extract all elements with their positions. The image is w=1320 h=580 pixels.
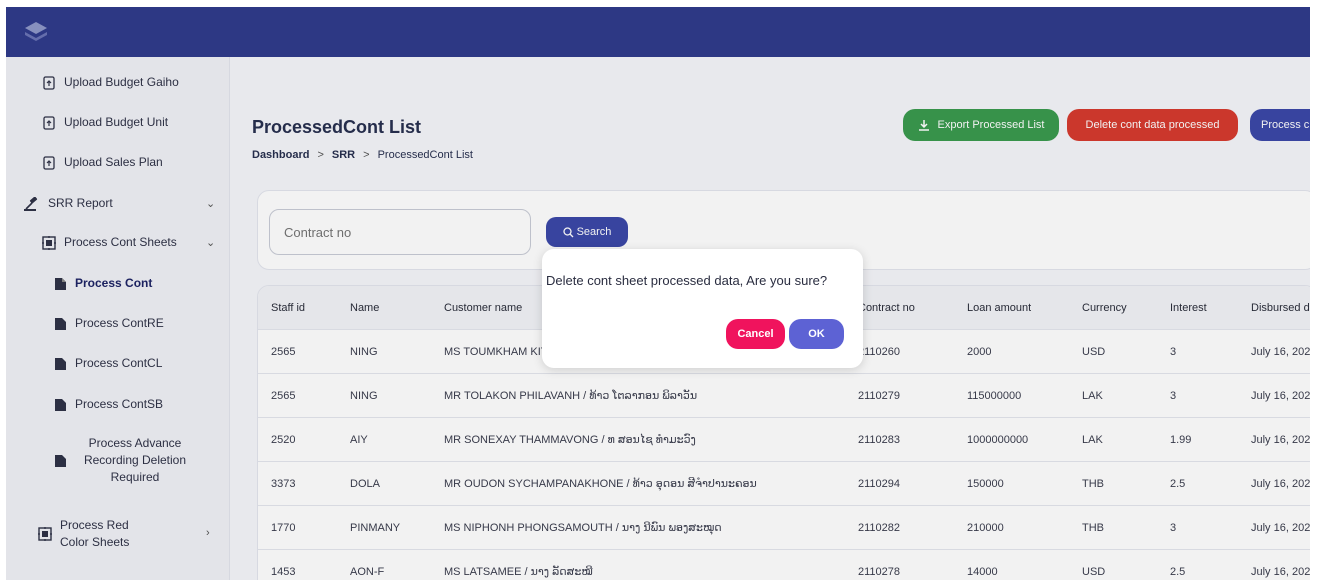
ok-button[interactable]: OK bbox=[789, 319, 844, 349]
app-window: Upload Budget Gaiho Upload Budget Unit U… bbox=[6, 7, 1310, 580]
cancel-button[interactable]: Cancel bbox=[726, 319, 785, 349]
confirm-dialog: Delete cont sheet processed data, Are yo… bbox=[542, 249, 863, 368]
dialog-message: Delete cont sheet processed data, Are yo… bbox=[546, 273, 828, 288]
